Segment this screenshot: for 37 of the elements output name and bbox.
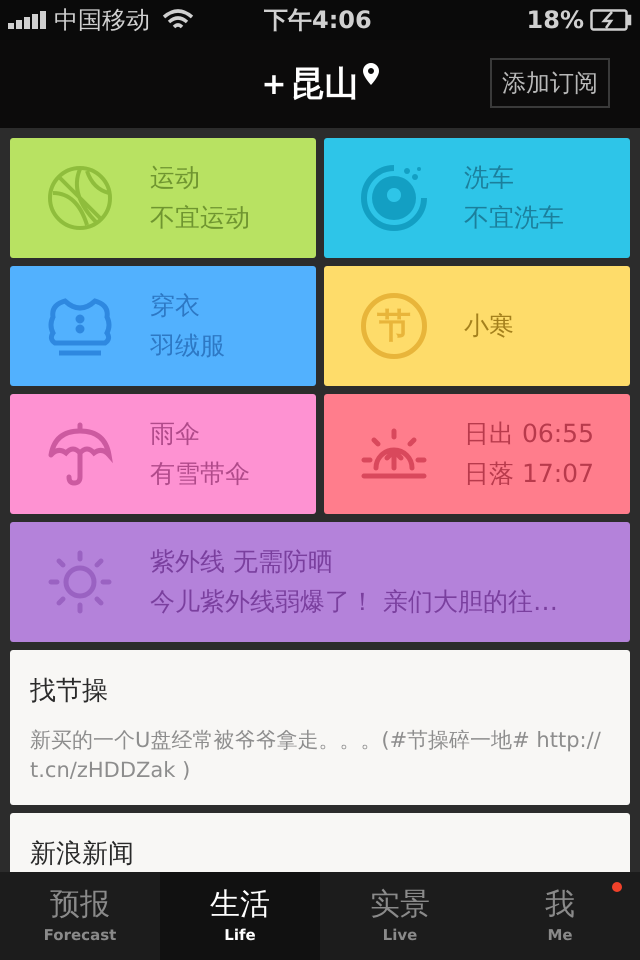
- add-city-plus[interactable]: +: [261, 62, 287, 106]
- card-title: 新浪新闻: [30, 838, 135, 871]
- tile-title: 雨伞: [150, 418, 201, 450]
- tile-title: 日出 06:55: [464, 418, 594, 450]
- tile-detail: 不宜洗车: [464, 202, 564, 234]
- battery-percent: 18%: [526, 5, 584, 36]
- steering-wheel-icon: [361, 165, 427, 231]
- tile-title: 运动: [150, 162, 201, 194]
- feed-card[interactable]: 找节操 新买的一个U盘经常被爷爷拿走。。。(#节操碎一地# http://t.cn/zHDDZak ): [10, 650, 630, 805]
- feed-card[interactable]: 新浪新闻: [10, 813, 630, 872]
- battery-charging-icon: [590, 9, 632, 31]
- umbrella-icon: [47, 421, 113, 487]
- tile-title: 洗车: [464, 162, 515, 194]
- sunrise-icon: [360, 428, 428, 480]
- wifi-icon: [162, 9, 194, 31]
- tile-title: 小寒: [464, 310, 514, 342]
- carrier-name: 中国移动: [54, 5, 150, 36]
- tile-detail: 羽绒服: [150, 330, 225, 362]
- tile-detail: 有雪带伞: [150, 458, 250, 490]
- sun-icon: [47, 549, 113, 615]
- nav-tab[interactable]: 实景 Live: [320, 872, 480, 960]
- tile-detail: 今儿紫外线弱爆了！ 亲们大胆的往…: [150, 586, 558, 618]
- card-title: 找节操: [30, 675, 109, 708]
- location-pin-icon: [362, 62, 379, 84]
- nav-tab[interactable]: 生活 Life: [160, 872, 320, 960]
- nav-tab[interactable]: 预报 Forecast: [0, 872, 160, 960]
- tile-detail: 日落 17:07: [464, 458, 594, 490]
- card-text: 新买的一个U盘经常被爷爷拿走。。。(#节操碎一地# http://t.cn/zHDDZak ): [30, 727, 602, 784]
- city-name[interactable]: 昆山: [290, 58, 359, 110]
- ball-icon: [47, 165, 113, 231]
- tile-title: 紫外线 无需防晒: [150, 546, 334, 578]
- clock-time: 下午4:06: [264, 5, 372, 36]
- tile-title: 穿衣: [150, 290, 201, 322]
- signal-icon: [8, 11, 48, 29]
- nav-tab[interactable]: 我 Me: [480, 872, 640, 960]
- subscribe-button[interactable]: 添加订阅: [490, 58, 610, 108]
- tile-detail: 不宜运动: [150, 202, 250, 234]
